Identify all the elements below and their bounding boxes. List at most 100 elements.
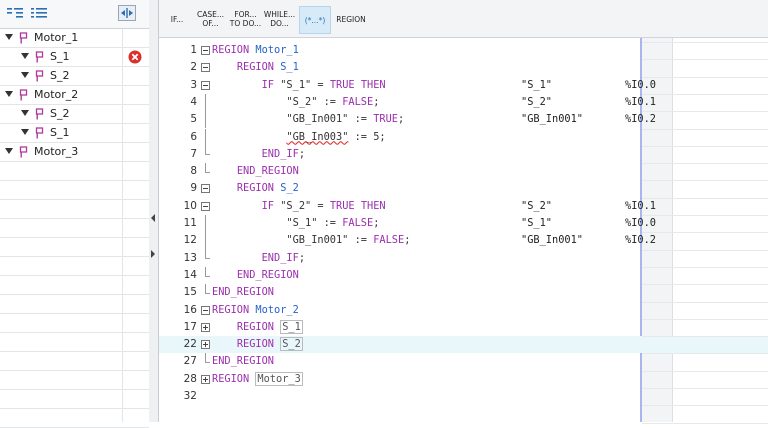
code-text[interactable]: REGION Motor_1: [212, 42, 299, 59]
tag-grid-line: [642, 197, 768, 199]
panel-splitter[interactable]: [149, 0, 159, 422]
code-line[interactable]: 9 REGION S_2: [159, 180, 768, 197]
code-line[interactable]: 5 "GB_In001" := TRUE; "GB_In001" %I0.2: [159, 111, 768, 129]
tag-grid-line: [642, 76, 768, 78]
expand-arrow-icon[interactable]: [21, 110, 29, 116]
tree-item[interactable]: Motor_2: [0, 86, 149, 105]
tree-item[interactable]: Motor_3: [0, 143, 149, 162]
code-line[interactable]: 32: [159, 388, 768, 405]
code-text[interactable]: END_IF;: [212, 250, 305, 267]
tree-item[interactable]: Motor_1: [0, 29, 149, 48]
expand-fold-icon[interactable]: [201, 374, 210, 384]
code-text[interactable]: END_IF;: [212, 146, 305, 163]
expand-arrow-icon[interactable]: [5, 148, 13, 154]
code-line[interactable]: 28 REGION Motor_3: [159, 371, 768, 388]
tag-name: "GB_In001": [521, 113, 583, 126]
collapse-fold-icon[interactable]: [201, 184, 210, 194]
code-text[interactable]: END_REGION: [212, 353, 274, 370]
code-line[interactable]: 1 REGION Motor_1: [159, 42, 768, 59]
fold-guide: [205, 215, 206, 233]
code-line[interactable]: 8 END_REGION: [159, 163, 768, 180]
tree-toolbar: [0, 0, 149, 29]
toolbar-button-region[interactable]: REGION: [333, 6, 369, 32]
tree-empty-row: [0, 295, 149, 314]
code-line[interactable]: 3 IF "S_1" = TRUE THEN "S_1" %I0.0: [159, 77, 768, 94]
collapse-left-icon[interactable]: [151, 214, 155, 222]
tree-item-label: S_2: [50, 107, 70, 120]
code-line[interactable]: 16 REGION Motor_2: [159, 302, 768, 319]
sync-view-icon[interactable]: [118, 5, 136, 21]
line-number: 5: [190, 113, 197, 126]
code-line[interactable]: 4 "S_2" := FALSE; "S_2" %I0.1: [159, 93, 768, 112]
collapse-all-icon[interactable]: [30, 5, 48, 21]
expand-arrow-icon[interactable]: [21, 129, 29, 135]
code-text[interactable]: "S_2" := FALSE;: [212, 94, 379, 111]
code-text[interactable]: REGION S_1: [212, 319, 303, 336]
code-line[interactable]: 22 REGION S_2: [159, 336, 768, 354]
line-number: 15: [183, 286, 197, 299]
code-text[interactable]: END_REGION: [212, 284, 274, 301]
code-text[interactable]: REGION S_2: [212, 336, 303, 353]
tree-empty-row: [0, 276, 149, 295]
code-text[interactable]: IF "S_2" = TRUE THEN: [212, 198, 386, 215]
tree-empty-row: [0, 409, 149, 428]
code-line[interactable]: 10 IF "S_2" = TRUE THEN "S_2" %I0.1: [159, 198, 768, 215]
code-line[interactable]: 7 END_IF;: [159, 145, 768, 163]
code-line[interactable]: 12 "GB_In001" := FALSE; "GB_In001" %I0.2: [159, 232, 768, 250]
code-text[interactable]: "GB_In003" := 5;: [212, 129, 385, 146]
tree-item[interactable]: S_1: [0, 48, 149, 67]
expand-all-icon[interactable]: [6, 5, 24, 21]
code-line[interactable]: 13 END_IF;: [159, 249, 768, 267]
code-line[interactable]: 11 "S_1" := FALSE; "S_1" %I0.0: [159, 215, 768, 233]
tag-grid-line: [642, 284, 768, 286]
instruction-toolbar: IF... CASE... OF... FOR... TO DO... WHILE..…: [159, 0, 768, 38]
tree-item[interactable]: S_2: [0, 67, 149, 86]
code-text[interactable]: "S_1" := FALSE;: [212, 215, 379, 232]
fold-guide-end: [205, 275, 210, 277]
tag-grid-line: [642, 128, 768, 130]
tree-item[interactable]: S_1: [0, 124, 149, 143]
collapse-fold-icon[interactable]: [201, 80, 210, 90]
scl-code-editor[interactable]: IF... CASE... OF... FOR... TO DO... WHILE..…: [159, 0, 768, 424]
tree-item[interactable]: S_2: [0, 105, 149, 124]
code-line[interactable]: 15 END_REGION: [159, 284, 768, 301]
expand-fold-icon[interactable]: [201, 340, 210, 350]
code-text[interactable]: REGION S_1: [212, 59, 299, 76]
code-text[interactable]: REGION S_2: [212, 180, 299, 197]
code-line[interactable]: 2 REGION S_1: [159, 59, 768, 76]
code-text[interactable]: "GB_In001" := TRUE;: [212, 111, 404, 128]
expand-right-icon[interactable]: [151, 250, 155, 258]
expand-fold-icon[interactable]: [201, 322, 210, 332]
toolbar-button-if[interactable]: IF...: [165, 6, 189, 32]
code-text[interactable]: IF "S_1" = TRUE THEN: [212, 77, 386, 94]
toolbar-button-case-of[interactable]: CASE... OF...: [194, 6, 227, 32]
fold-guide: [205, 93, 206, 112]
code-text[interactable]: END_REGION: [212, 163, 299, 180]
tag-grid-line: [642, 111, 768, 113]
tree-empty-row: [0, 162, 149, 181]
tag-grid-line: [642, 301, 768, 303]
expand-arrow-icon[interactable]: [21, 72, 29, 78]
collapse-fold-icon[interactable]: [201, 305, 210, 315]
code-text[interactable]: "GB_In001" := FALSE;: [212, 232, 410, 249]
expand-arrow-icon[interactable]: [5, 34, 13, 40]
expand-arrow-icon[interactable]: [5, 91, 13, 97]
tag-name: "S_1": [521, 217, 552, 229]
code-text[interactable]: END_REGION: [212, 267, 299, 284]
toolbar-button-for-to-do[interactable]: FOR... TO DO...: [229, 6, 262, 32]
collapse-fold-icon[interactable]: [201, 46, 210, 55]
code-text[interactable]: REGION Motor_2: [212, 302, 299, 319]
expand-arrow-icon[interactable]: [21, 53, 29, 59]
tree-empty-row: [0, 352, 149, 371]
code-text[interactable]: REGION Motor_3: [212, 371, 303, 388]
toolbar-button-while-do[interactable]: WHILE... DO...: [263, 6, 296, 32]
collapse-fold-icon[interactable]: [201, 63, 210, 73]
code-line[interactable]: 14 END_REGION: [159, 266, 768, 284]
toolbar-button-comment[interactable]: (*...*): [299, 6, 331, 34]
code-line[interactable]: 27 END_REGION: [159, 353, 768, 370]
collapse-fold-icon[interactable]: [201, 201, 210, 211]
code-line[interactable]: 6 "GB_In003" := 5;: [159, 128, 768, 146]
line-number: 22: [183, 338, 197, 351]
tag-grid-line: [642, 249, 768, 251]
code-line[interactable]: 17 REGION S_1: [159, 319, 768, 336]
